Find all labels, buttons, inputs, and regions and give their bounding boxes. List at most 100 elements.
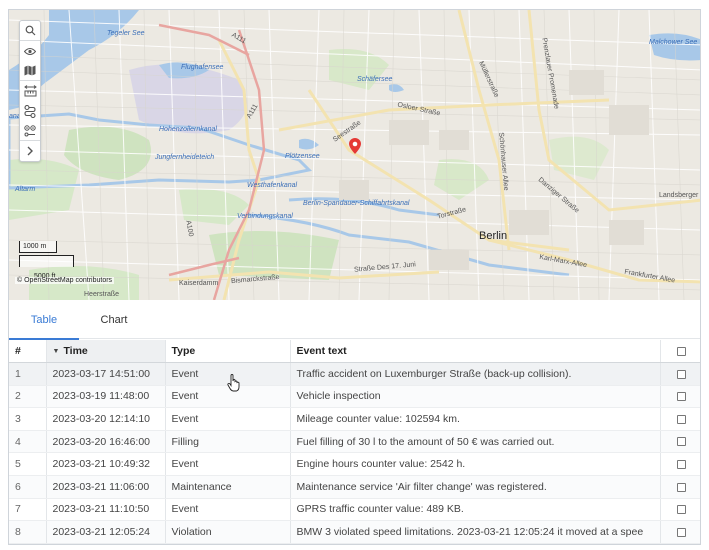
row-number: 8 [9,520,47,544]
row-time: 2023-03-21 11:10:50 [46,498,166,522]
row-event-text: GPRS traffic counter value: 489 KB. [290,498,661,522]
row-select[interactable] [660,520,700,544]
column-header-number[interactable]: # [9,340,47,364]
row-time: 2023-03-19 11:48:00 [46,385,166,409]
map-label-schaefersee: Schäfersee [357,76,393,83]
row-select[interactable] [660,430,700,454]
row-event-text: BMW 3 violated speed limitations. 2023-0… [290,520,661,544]
row-event-text: Maintenance service 'Air filter change' … [290,475,661,499]
map-measure-button[interactable] [20,81,40,101]
table-row[interactable]: 1 2023-03-17 14:51:00 Event Traffic acci… [9,362,700,386]
row-checkbox[interactable] [676,369,686,379]
column-header-select-all[interactable] [660,340,700,364]
column-header-type[interactable]: Type [165,340,291,364]
map-search-button[interactable] [20,21,40,41]
row-select[interactable] [660,498,700,522]
row-event-text: Mileage counter value: 102594 km. [290,407,661,431]
map-label-tegeler-see: Tegeler See [107,30,145,37]
table-row[interactable]: 3 2023-03-20 12:14:10 Event Mileage coun… [9,407,700,431]
map-label-malchower-see: Malchower See [649,39,698,46]
row-number: 2 [9,385,47,409]
map-label-kaiserdamm: Kaiserdamm [179,280,219,287]
map-attribution[interactable]: © OpenStreetMap contributors [15,277,115,284]
row-time: 2023-03-20 16:46:00 [46,430,166,454]
row-type: Violation [165,520,291,544]
row-time: 2023-03-21 11:06:00 [46,475,166,499]
tab-table[interactable]: Table [9,301,79,340]
row-select[interactable] [660,475,700,499]
row-number: 5 [9,452,47,477]
row-event-text: Engine hours counter value: 2542 h. [290,452,661,477]
row-time: 2023-03-21 10:49:32 [46,452,166,477]
location-marker-icon[interactable] [349,138,361,154]
map-geofence-button[interactable] [20,121,40,141]
map-label-verbindungskanal: Verbindungskanal [237,213,293,220]
table-row[interactable]: 5 2023-03-21 10:49:32 Event Engine hours… [9,452,700,477]
events-table: # ▼ Time Type Event text 1 2023-03-17 14:… [9,340,700,544]
map-background [9,10,700,300]
geofence-icon [24,124,36,136]
map-label-flughafensee: Flughafensee [181,64,224,71]
table-row[interactable]: 6 2023-03-21 11:06:00 Maintenance Mainte… [9,475,700,499]
map-label-westhafenkanal: Westhafenkanal [247,182,298,189]
row-event-text: Fuel filling of 30 l to the amount of 50… [290,430,661,454]
row-event-text: Traffic accident on Luxemburger Straße (… [290,362,661,386]
row-checkbox[interactable] [676,414,686,424]
row-checkbox[interactable] [676,392,686,402]
eye-icon [24,47,36,55]
column-header-time[interactable]: ▼ Time [46,340,166,364]
search-icon [25,25,35,36]
select-all-checkbox[interactable] [676,346,686,356]
map-expand-button[interactable] [20,141,40,161]
map-label-berlin: Berlin [479,230,508,242]
table-header-row: # ▼ Time Type Event text [9,340,700,364]
row-type: Event [165,407,291,431]
row-checkbox[interactable] [676,505,686,515]
map-layers-button[interactable] [20,61,40,81]
tab-chart[interactable]: Chart [84,301,144,339]
row-checkbox[interactable] [676,459,686,469]
row-checkbox[interactable] [676,527,686,537]
row-checkbox[interactable] [676,482,686,492]
row-time: 2023-03-20 12:14:10 [46,407,166,431]
map-label-spandauer-kanal: Berlin-Spandauer-Schiffahrtskanal [303,200,410,207]
column-header-event-text[interactable]: Event text [290,340,661,364]
row-checkbox[interactable] [676,437,686,447]
row-type: Filling [165,430,291,454]
table-row[interactable]: 7 2023-03-21 11:10:50 Event GPRS traffic… [9,498,700,522]
row-number: 4 [9,430,47,454]
row-type: Event [165,452,291,477]
map-label-hohenzollernkanal: Hohenzollernkanal [159,126,217,133]
table-row[interactable]: 8 2023-03-21 12:05:24 Violation BMW 3 vi… [9,520,700,544]
row-time: 2023-03-21 12:05:24 [46,520,166,544]
scale-bar-metric: 1000 m [19,241,57,253]
scale-bar-imperial: 5000 ft [19,255,74,280]
scale-metric-label: 1000 m [23,243,47,250]
table-row[interactable]: 2 2023-03-19 11:48:00 Event Vehicle insp… [9,385,700,409]
row-event-text: Vehicle inspection [290,385,661,409]
map-toolbar [19,20,41,162]
route-icon [24,104,36,118]
row-select[interactable] [660,407,700,431]
table-row[interactable]: 4 2023-03-20 16:46:00 Filling Fuel filli… [9,430,700,454]
map-icon [24,65,36,76]
row-number: 3 [9,407,47,431]
sort-descending-icon: ▼ [52,348,60,356]
row-select[interactable] [660,385,700,409]
row-select[interactable] [660,362,700,386]
row-number: 1 [9,362,47,386]
map-route-button[interactable] [20,101,40,121]
view-tabs: Table Chart [9,301,700,340]
map-visibility-button[interactable] [20,41,40,61]
map-label-pluetzensee: Plötzensee [285,153,320,160]
hand-cursor-icon [227,374,240,392]
column-header-time-label: Time [63,345,88,358]
row-type: Event [165,498,291,522]
row-number: 7 [9,498,47,522]
row-select[interactable] [660,452,700,477]
map-view[interactable]: Tegeler See Flughafensee Schäfersee Hohe… [9,10,700,300]
row-time: 2023-03-17 14:51:00 [46,362,166,386]
map-label-altarm: Altarm [15,186,36,193]
map-label-heerstrasse: Heerstraße [84,291,120,298]
map-label-jungfernheideteich: Jungfernheideteich [155,154,215,161]
